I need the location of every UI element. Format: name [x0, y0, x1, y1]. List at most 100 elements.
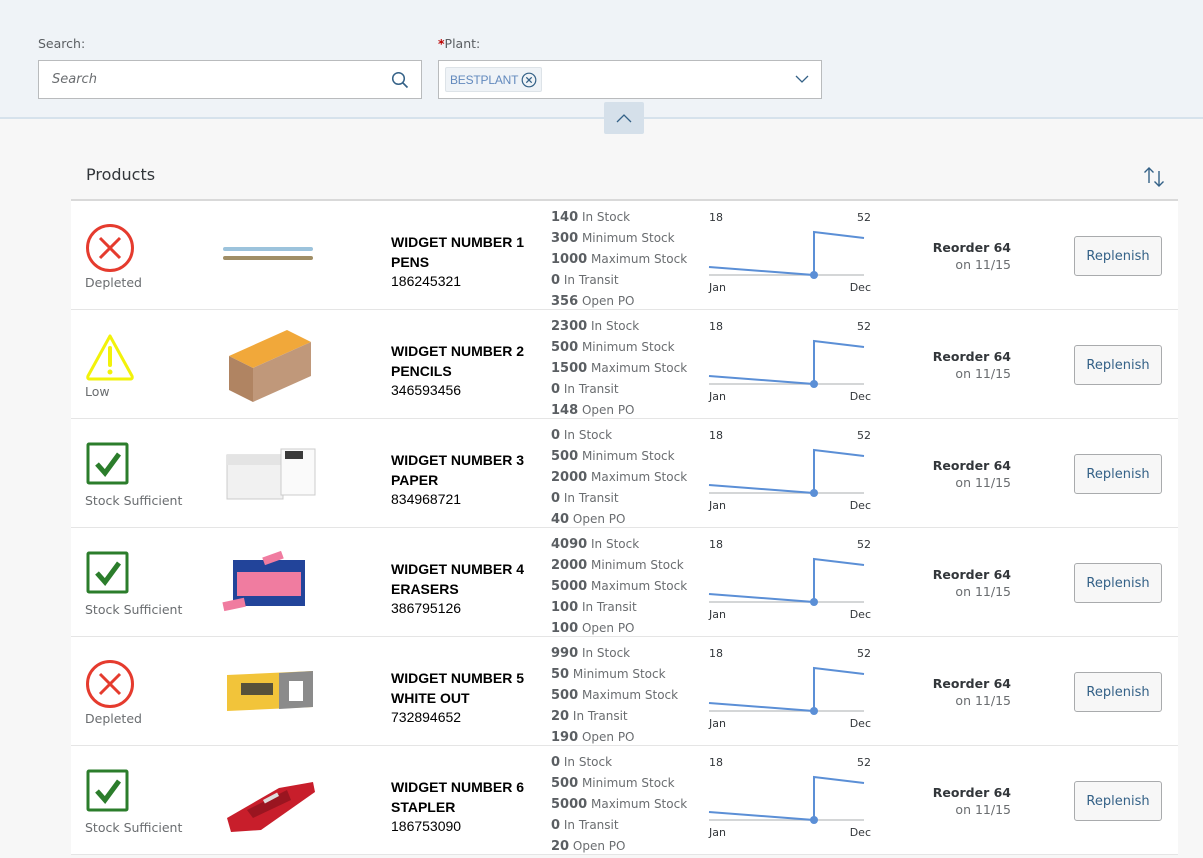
chart-x-end-label: Dec: [850, 826, 871, 839]
product-name: WIDGET NUMBER 4: [391, 561, 524, 577]
product-id: 386795126: [391, 600, 462, 616]
product-row[interactable]: Stock Sufficient WIDGET NUMBER 3 PAPER 8…: [71, 419, 1178, 528]
stock-stat: 20 In Transit: [551, 706, 678, 727]
stat-value: 1500: [551, 361, 588, 376]
chevron-down-icon[interactable]: [795, 74, 809, 84]
reorder-date: on 11/15: [955, 693, 1011, 708]
reorder-date: on 11/15: [955, 584, 1011, 599]
replenish-button[interactable]: Replenish: [1074, 781, 1162, 821]
replenish-button[interactable]: Replenish: [1074, 563, 1162, 603]
chart-right-label: 52: [857, 756, 871, 769]
stat-label: Minimum Stock: [587, 558, 684, 572]
stat-value: 190: [551, 730, 579, 745]
stat-label: In Transit: [578, 600, 637, 614]
search-label: Search:: [38, 36, 86, 51]
plant-multi-combobox[interactable]: BESTPLANT: [438, 60, 822, 99]
stat-label: In Transit: [560, 818, 619, 832]
stat-value: 300: [551, 231, 579, 246]
product-image: [219, 538, 319, 626]
chart-left-label: 18: [709, 429, 723, 442]
product-category: ERASERS: [391, 581, 459, 597]
pencils-image: [229, 330, 311, 402]
replenish-button[interactable]: Replenish: [1074, 672, 1162, 712]
stock-stat: 20 Open PO: [551, 836, 687, 857]
replenish-button[interactable]: Replenish: [1074, 345, 1162, 385]
search-input[interactable]: [39, 61, 369, 98]
plant-token[interactable]: BESTPLANT: [445, 67, 543, 92]
stat-value: 5000: [551, 579, 588, 594]
product-row[interactable]: Stock Sufficient WIDGET NUMBER 4 ERASERS…: [71, 528, 1178, 637]
product-row[interactable]: Depleted WIDGET NUMBER 1 PENS 186245321 …: [71, 201, 1178, 310]
product-image: [219, 320, 319, 408]
product-row[interactable]: Low WIDGET NUMBER 2 PENCILS 346593456 23…: [71, 310, 1178, 419]
product-image: [219, 429, 319, 517]
stock-stats: 0 In Stock 500 Minimum Stock 5000 Maximum …: [551, 752, 687, 857]
product-row[interactable]: Depleted WIDGET NUMBER 5 WHITE OUT 73289…: [71, 637, 1178, 746]
stat-value: 100: [551, 600, 579, 615]
stat-label: In Transit: [560, 491, 619, 505]
stat-value: 50: [551, 667, 570, 682]
reorder-quantity: Reorder 64: [932, 240, 1011, 255]
reorder-quantity: Reorder 64: [932, 785, 1011, 800]
stock-stat: 0 In Transit: [551, 270, 687, 291]
status-indicator: Stock Sufficient: [85, 441, 205, 508]
reorder-info: Reorder 64 on 11/15: [911, 784, 1011, 818]
product-category: PENCILS: [391, 363, 452, 379]
sort-icon[interactable]: [1142, 166, 1166, 188]
chart-x-start-label: Jan: [708, 717, 726, 730]
stock-stat: 356 Open PO: [551, 291, 687, 312]
collapse-filter-button[interactable]: [604, 102, 644, 134]
status-indicator: Stock Sufficient: [85, 550, 205, 617]
stock-trend-chart: 18 52 Jan Dec: [708, 756, 871, 839]
status-indicator: Stock Sufficient: [85, 768, 205, 835]
stat-label: In Stock: [578, 210, 631, 224]
status-label: Stock Sufficient: [85, 493, 183, 508]
stat-label: In Stock: [578, 646, 631, 660]
product-id: 732894652: [391, 709, 462, 725]
search-field[interactable]: [38, 60, 422, 99]
stat-label: In Transit: [560, 273, 619, 287]
product-name: WIDGET NUMBER 5: [391, 670, 524, 686]
replenish-button[interactable]: Replenish: [1074, 236, 1162, 276]
stock-stat: 2000 Minimum Stock: [551, 555, 687, 576]
product-row[interactable]: Stock Sufficient WIDGET NUMBER 6 STAPLER…: [71, 746, 1178, 855]
chart-point: [810, 380, 818, 388]
reorder-info: Reorder 64 on 11/15: [911, 457, 1011, 491]
plant-label-text: Plant:: [444, 36, 481, 51]
remove-token-icon[interactable]: [521, 72, 537, 88]
reorder-info: Reorder 64 on 11/15: [911, 675, 1011, 709]
stapler-image: [227, 782, 315, 832]
product-id: 346593456: [391, 382, 462, 398]
search-icon[interactable]: [391, 71, 409, 89]
chart-line: [708, 448, 865, 495]
stock-stat: 4090 In Stock: [551, 534, 687, 555]
error-circle-icon: [86, 224, 134, 272]
checkbox-check-icon: [86, 551, 129, 594]
stock-stat: 500 Minimum Stock: [551, 337, 687, 358]
stat-label: Minimum Stock: [578, 231, 675, 245]
chart-x-start-label: Jan: [708, 499, 726, 512]
reorder-quantity: Reorder 64: [932, 567, 1011, 582]
product-category: PENS: [391, 254, 430, 270]
stock-stats: 990 In Stock 50 Minimum Stock 500 Maximum …: [551, 643, 678, 748]
replenish-button[interactable]: Replenish: [1074, 454, 1162, 494]
stat-value: 0: [551, 818, 561, 833]
reorder-date: on 11/15: [955, 475, 1011, 490]
stock-stat: 148 Open PO: [551, 400, 687, 421]
chart-point: [810, 707, 818, 715]
reorder-info: Reorder 64 on 11/15: [911, 239, 1011, 273]
stat-value: 148: [551, 403, 579, 418]
chart-right-label: 52: [857, 320, 871, 333]
status-label: Depleted: [85, 275, 142, 290]
stock-trend-chart: 18 52 Jan Dec: [708, 538, 871, 621]
stat-label: Open PO: [578, 403, 635, 417]
stock-stat: 5000 Maximum Stock: [551, 794, 687, 815]
chart-point: [810, 816, 818, 824]
chart-left-label: 18: [709, 211, 723, 224]
stat-label: Maximum Stock: [578, 688, 679, 702]
stat-label: Maximum Stock: [587, 361, 688, 375]
chart-line: [708, 775, 865, 822]
stat-value: 500: [551, 776, 579, 791]
status-label: Depleted: [85, 711, 142, 726]
stock-stat: 2300 In Stock: [551, 316, 687, 337]
